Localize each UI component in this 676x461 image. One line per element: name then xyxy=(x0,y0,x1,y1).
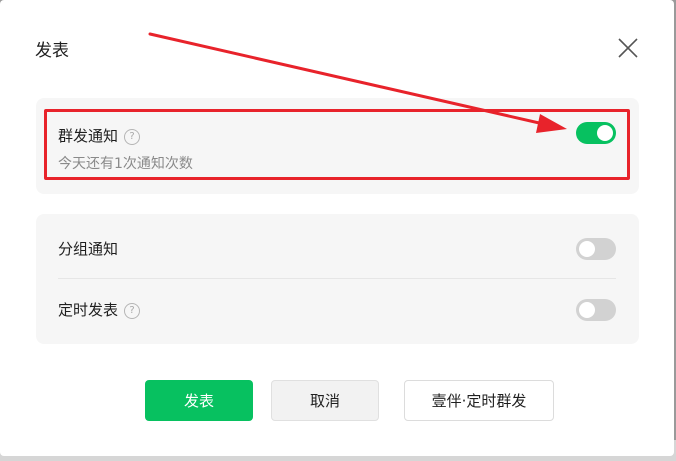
publish-dialog: 发表 群发通知? 今天还有1次通知次数 分组通知 定时发表? 发表 取消 壹伴·… xyxy=(0,0,674,456)
scheduled-toggle[interactable] xyxy=(576,299,616,321)
help-icon[interactable]: ? xyxy=(124,303,141,319)
cancel-button[interactable]: 取消 xyxy=(271,380,379,421)
close-icon xyxy=(618,38,638,58)
scheduled-mass-button[interactable]: 壹伴·定时群发 xyxy=(404,380,554,421)
divider xyxy=(58,278,616,279)
toggle-knob xyxy=(579,302,595,318)
scheduled-row: 定时发表? xyxy=(58,299,141,320)
annotation-highlight-box xyxy=(44,109,630,180)
group-notice-toggle[interactable] xyxy=(576,238,616,260)
close-button[interactable] xyxy=(616,36,640,60)
group-notice-label: 分组通知 xyxy=(58,240,119,258)
publish-button[interactable]: 发表 xyxy=(145,380,253,421)
toggle-knob xyxy=(579,241,595,257)
options-card: 分组通知 定时发表? xyxy=(36,214,639,344)
scheduled-label: 定时发表 xyxy=(58,301,119,319)
dialog-title: 发表 xyxy=(35,41,69,61)
